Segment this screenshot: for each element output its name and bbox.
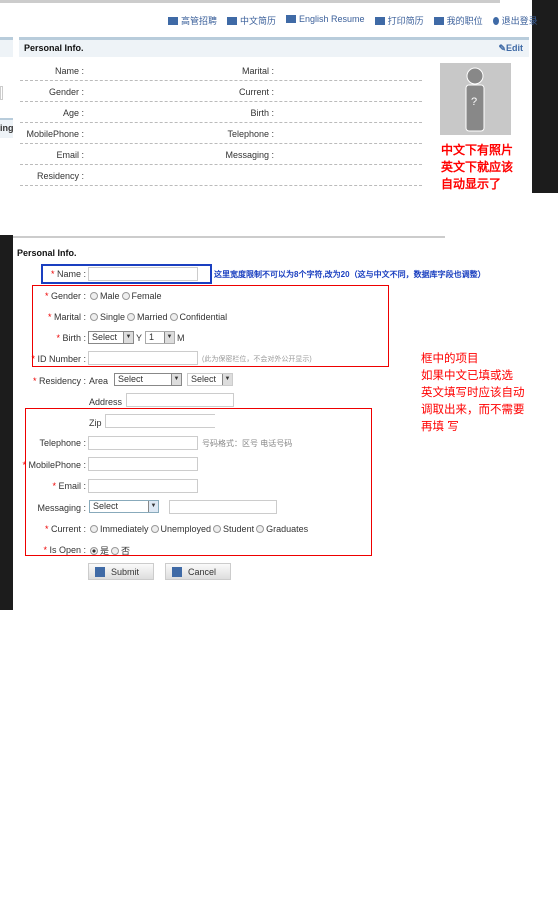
form-title: Personal Info.: [17, 248, 77, 258]
nav-my-jobs[interactable]: 我的职位: [433, 14, 483, 27]
photo-note: 中文下有照片 英文下就应该 自动显示了: [441, 143, 514, 191]
zip-input[interactable]: [105, 414, 215, 428]
marital-label: * Marital :: [47, 312, 86, 322]
briefcase-icon: [433, 17, 444, 25]
avatar-placeholder: ?: [440, 63, 511, 135]
top-nav: 高管招聘 中文简历 English Resume 打印简历 我的职位 退出登录: [168, 14, 538, 27]
nav-exec-recruit[interactable]: 高管招聘: [168, 14, 217, 27]
radio-confidential[interactable]: [169, 313, 178, 321]
book-icon: [286, 15, 297, 23]
telephone-label: Telephone :: [39, 438, 86, 448]
mobile-input[interactable]: [88, 457, 198, 471]
gender-label: * Gender :: [44, 291, 86, 301]
edit-link[interactable]: ✎Edit: [498, 43, 523, 54]
save-icon: [95, 566, 105, 577]
year-unit: Y: [136, 333, 143, 343]
view-telephone-label: Telephone :: [227, 129, 274, 139]
section-divider: [13, 236, 445, 238]
birth-year-select[interactable]: Select ▼: [88, 331, 134, 344]
left-panel-header: [0, 37, 13, 57]
top-divider: [0, 0, 500, 3]
radio-married[interactable]: [127, 313, 136, 321]
gender-radios: Male Female: [88, 291, 162, 301]
city-select[interactable]: Select ▼: [187, 373, 233, 386]
home-icon: [168, 17, 178, 25]
pin-icon: [492, 17, 499, 25]
person-icon: ?: [465, 67, 485, 132]
radio-student[interactable]: [213, 525, 222, 533]
chevron-down-icon: ▼: [123, 332, 133, 343]
radio-male[interactable]: [90, 292, 98, 300]
current-label: * Current :: [44, 524, 86, 534]
messaging-label: Messaging :: [37, 503, 86, 513]
birth-label: * Birth :: [56, 333, 86, 343]
area-select[interactable]: Select ▼: [114, 373, 182, 386]
prefill-note: 框中的项目 如果中文已填或选 英文填写时应该自动 调取出来，而不需要 再填 写: [421, 353, 525, 433]
chevron-down-icon: ▼: [164, 332, 174, 343]
name-input[interactable]: [88, 267, 198, 281]
chevron-down-icon: ▼: [171, 374, 181, 385]
left-fragment-header: ing: [0, 118, 13, 138]
open-radios: 是否: [88, 544, 130, 557]
dark-margin-left: [0, 235, 13, 610]
radio-graduates[interactable]: [256, 525, 265, 533]
address-input[interactable]: [126, 393, 234, 407]
nav-chinese-resume[interactable]: 中文简历: [227, 14, 276, 27]
chevron-down-icon: ▼: [222, 374, 232, 385]
submit-button[interactable]: Submit: [88, 563, 154, 580]
left-fragment-input: [0, 86, 3, 100]
id-note: (此为保密栏位，不会对外公开显示): [202, 356, 312, 363]
radio-female[interactable]: [121, 292, 130, 300]
book-icon: [227, 17, 238, 25]
zip-label: Zip: [89, 418, 102, 428]
telephone-note: 号码格式：区号 电话号码: [202, 439, 293, 448]
svg-text:?: ?: [471, 96, 477, 108]
area-label: Area: [89, 376, 109, 386]
messaging-select[interactable]: Select ▼: [89, 500, 159, 513]
radio-unemployed[interactable]: [150, 525, 159, 533]
name-note: 这里宽度限制不可以为8个字符,改为20（这与中文不同，数据库字段也调整）: [214, 270, 486, 279]
nav-print-resume[interactable]: 打印简历: [374, 14, 424, 27]
open-label: * Is Open :: [43, 545, 86, 555]
view-birth-label: Birth :: [250, 108, 274, 118]
dark-margin: [532, 0, 558, 193]
marital-radios: Single Married Confidential: [88, 312, 227, 322]
current-radios: Immediately Unemployed Student Graduates: [88, 524, 308, 534]
address-label: Address: [89, 397, 123, 407]
messaging-input[interactable]: [169, 500, 277, 514]
view-residency-label: Residency :: [36, 171, 84, 181]
email-input[interactable]: [88, 479, 198, 493]
month-unit: M: [177, 333, 185, 343]
email-label: * Email :: [52, 481, 86, 491]
telephone-input[interactable]: [88, 436, 198, 450]
view-marital-label: Marital :: [241, 66, 274, 76]
view-current-label: Current :: [238, 87, 274, 97]
upload-icon: [172, 566, 182, 577]
radio-single[interactable]: [90, 313, 98, 321]
view-messaging-label: Messaging :: [225, 150, 274, 160]
birth-month-select[interactable]: 1 ▼: [145, 331, 175, 344]
nav-logout[interactable]: 退出登录: [492, 14, 538, 27]
mobile-label: * MobilePhone :: [22, 460, 86, 470]
view-header: Personal Info. ✎Edit: [19, 37, 529, 57]
radio-open-yes[interactable]: [90, 547, 98, 555]
radio-immediately[interactable]: [90, 525, 98, 533]
id-number-input[interactable]: [88, 351, 198, 365]
radio-open-no[interactable]: [111, 547, 120, 555]
nav-english-resume[interactable]: English Resume: [286, 14, 365, 27]
chevron-down-icon: ▼: [148, 501, 158, 512]
id-label: * ID Number :: [31, 354, 86, 364]
name-label: * Name :: [50, 269, 86, 279]
residency-label: * Residency :: [32, 376, 86, 386]
book-icon: [374, 17, 385, 25]
cancel-button[interactable]: Cancel: [165, 563, 231, 580]
